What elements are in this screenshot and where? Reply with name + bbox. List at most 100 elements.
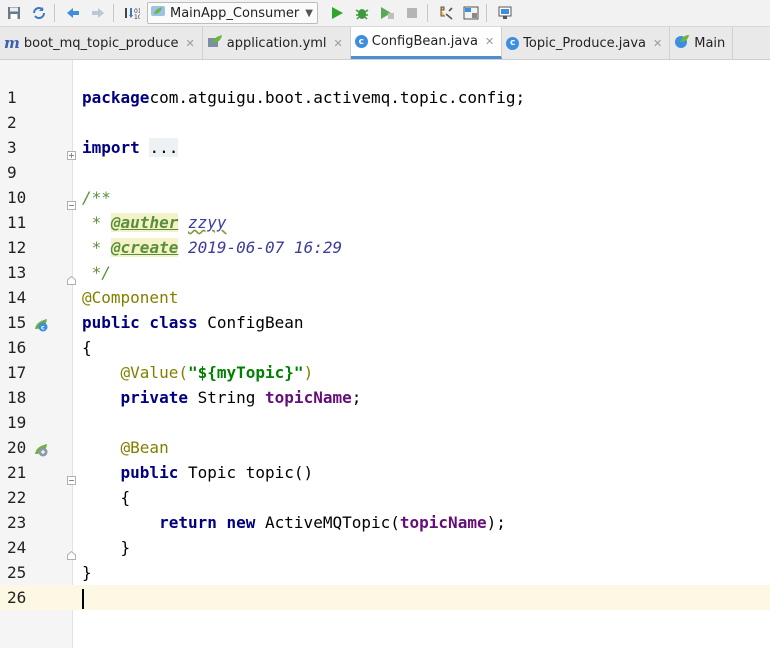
- line-number: 1: [7, 88, 17, 107]
- code-text: public class ConfigBean: [82, 313, 304, 332]
- code-text: /**: [82, 188, 111, 207]
- spring-bean-class-icon[interactable]: c: [33, 315, 49, 332]
- line-number: 25: [7, 563, 27, 582]
- layout-icon[interactable]: [460, 2, 482, 24]
- fold-marker-icon[interactable]: [67, 267, 76, 285]
- line-number: 17: [7, 363, 27, 382]
- code-line[interactable]: 2: [0, 110, 770, 135]
- code-line[interactable]: 9: [0, 160, 770, 185]
- stop-icon[interactable]: [401, 2, 423, 24]
- toolbar-separator: [113, 4, 114, 22]
- fold-marker-icon[interactable]: [67, 142, 76, 160]
- tab-application-yml[interactable]: application.yml ✕: [203, 27, 351, 59]
- spring-leaf-icon: [207, 34, 223, 52]
- tab-label: application.yml: [226, 35, 327, 51]
- code-text: import ...: [82, 138, 179, 157]
- code-line[interactable]: 21 public Topic topic(): [0, 460, 770, 485]
- code-text: @Bean: [120, 438, 169, 457]
- tab-label: ConfigBean.java: [371, 34, 478, 49]
- code-text: */: [82, 263, 111, 282]
- line-number: 22: [7, 488, 27, 507]
- code-line[interactable]: 17 @Value("${myTopic}"): [0, 360, 770, 385]
- code-text: {: [82, 338, 92, 357]
- line-number: 21: [7, 463, 27, 482]
- code-text: packagecom.atguigu.boot.activemq.topic.c…: [82, 88, 526, 107]
- line-number: 9: [7, 163, 17, 182]
- line-number: 26: [7, 588, 27, 607]
- code-line[interactable]: 19: [0, 410, 770, 435]
- run-icon[interactable]: [326, 2, 348, 24]
- code-text: * @auther zzyy: [82, 213, 227, 232]
- code-text: public Topic topic(): [120, 463, 314, 482]
- line-number: 18: [7, 388, 27, 407]
- chevron-down-icon: ▼: [305, 7, 313, 19]
- svg-text:10: 10: [134, 14, 140, 21]
- tab-main[interactable]: Main: [670, 27, 734, 59]
- code-line[interactable]: 1 packagecom.atguigu.boot.activemq.topic.…: [0, 85, 770, 110]
- forward-arrow-icon[interactable]: [87, 2, 109, 24]
- code-line[interactable]: 12 * @create 2019-06-07 16:29: [0, 235, 770, 260]
- tab-topic-produce-java[interactable]: c Topic_Produce.java ✕: [502, 27, 671, 59]
- tab-boot-mq-topic-produce[interactable]: m boot_mq_topic_produce ✕: [0, 27, 203, 59]
- text-caret: [82, 588, 84, 609]
- line-number: 3: [7, 138, 17, 157]
- class-c-icon: c: [354, 35, 368, 48]
- close-icon[interactable]: ✕: [334, 37, 343, 50]
- close-icon[interactable]: ✕: [186, 37, 195, 50]
- code-line[interactable]: 26: [0, 585, 770, 610]
- line-number: 12: [7, 238, 27, 257]
- code-line[interactable]: 13 */: [0, 260, 770, 285]
- code-line[interactable]: 16 {: [0, 335, 770, 360]
- project-structure-icon[interactable]: [435, 2, 457, 24]
- code-line[interactable]: 11 * @auther zzyy: [0, 210, 770, 235]
- tab-configbean-java[interactable]: c ConfigBean.java ✕: [350, 27, 503, 59]
- code-text: * @create 2019-06-07 16:29: [82, 238, 343, 257]
- code-line[interactable]: 20 @Bean: [0, 435, 770, 460]
- code-line[interactable]: 3 import ...: [0, 135, 770, 160]
- maven-m-icon: m: [4, 34, 20, 52]
- line-number: 19: [7, 413, 27, 432]
- code-text: }: [82, 538, 131, 557]
- close-icon[interactable]: ✕: [653, 37, 662, 50]
- toolbar-separator: [485, 4, 487, 22]
- code-text: {: [82, 488, 131, 507]
- debug-icon[interactable]: [351, 2, 373, 24]
- code-line[interactable]: 24 }: [0, 535, 770, 560]
- code-line[interactable]: 14 @Component: [0, 285, 770, 310]
- run-configuration-dropdown[interactable]: MainApp_Consumer ▼: [147, 2, 318, 24]
- run-configuration-label: MainApp_Consumer: [170, 5, 300, 21]
- line-number: 10: [7, 188, 27, 207]
- build-icon[interactable]: 01 10: [121, 2, 143, 24]
- code-line[interactable]: 23 return new ActiveMQTopic(topicName);: [0, 510, 770, 535]
- git-icon[interactable]: [494, 2, 516, 24]
- coverage-icon[interactable]: [376, 2, 398, 24]
- code-line[interactable]: 25}: [0, 560, 770, 585]
- save-icon[interactable]: [3, 2, 25, 24]
- fold-marker-icon[interactable]: [67, 192, 76, 210]
- sync-icon[interactable]: [28, 2, 50, 24]
- toolbar-separator: [426, 4, 428, 22]
- code-editor[interactable]: 1 packagecom.atguigu.boot.activemq.topic.…: [0, 60, 770, 648]
- tab-label: Topic_Produce.java: [523, 35, 647, 51]
- spring-bean-method-icon[interactable]: [33, 440, 49, 457]
- code-line[interactable]: 22 {: [0, 485, 770, 510]
- line-number: 2: [7, 113, 17, 132]
- code-text: @Value("${myTopic}"): [120, 363, 314, 382]
- back-arrow-icon[interactable]: [62, 2, 84, 24]
- close-icon[interactable]: ✕: [485, 35, 494, 48]
- line-number: 24: [7, 538, 27, 557]
- spring-class-icon: [674, 34, 690, 52]
- code-text: private String topicName;: [120, 388, 362, 407]
- line-number: 13: [7, 263, 27, 282]
- line-number: 11: [7, 213, 27, 232]
- code-line[interactable]: 15 c public class ConfigBean: [0, 310, 770, 335]
- class-c-icon: c: [506, 36, 520, 50]
- fold-marker-icon[interactable]: [67, 467, 76, 485]
- code-line[interactable]: 10 /**: [0, 185, 770, 210]
- fold-marker-icon[interactable]: [67, 542, 76, 560]
- tab-label: Main: [694, 35, 726, 51]
- svg-text:c: c: [41, 325, 45, 332]
- line-number: 23: [7, 513, 27, 532]
- line-number: 14: [7, 288, 27, 307]
- code-line[interactable]: 18 private String topicName;: [0, 385, 770, 410]
